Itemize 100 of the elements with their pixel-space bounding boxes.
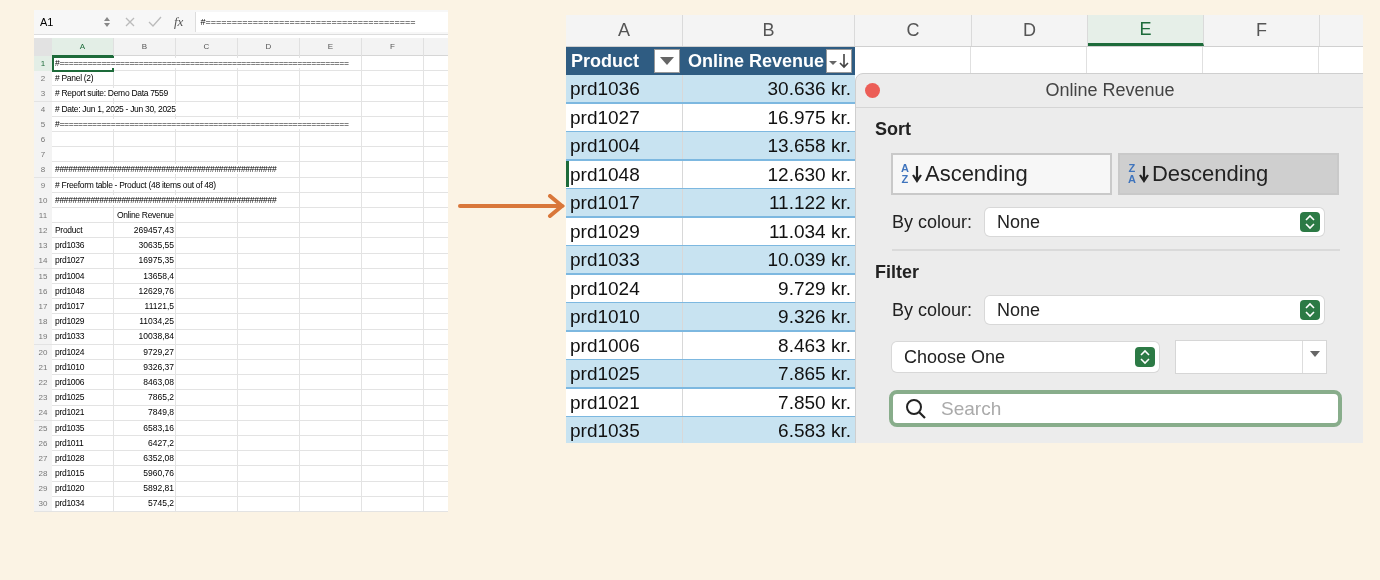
cell-text: Product	[54, 225, 84, 236]
row-number: 8	[34, 162, 52, 179]
row-number: 7	[34, 147, 52, 164]
cell-value: 8463,08	[142, 375, 175, 389]
cell-text: # Report suite: Demo Data 7559	[54, 88, 169, 99]
cell-value: 11034,25	[138, 315, 175, 329]
cell-text: prd1020	[54, 483, 86, 494]
table-header: Product	[566, 47, 683, 75]
table-cell: prd1033	[566, 246, 683, 273]
cell-value: 13658,4	[142, 269, 175, 283]
dialog-title: Online Revenue	[1045, 80, 1175, 101]
cell-text: prd1035	[54, 422, 86, 433]
cell-text: prd1017	[54, 301, 86, 311]
cell-text: prd1015	[54, 468, 86, 479]
cell-value: 7865,2	[147, 391, 175, 405]
cell-text: prd1004	[54, 270, 86, 281]
table-cell: 6.583 kr.	[683, 417, 855, 443]
sort-button[interactable]: A Z Ascending	[891, 153, 1112, 195]
stepper-icon	[1135, 347, 1155, 367]
table-header: Online Revenue	[683, 47, 855, 75]
cell-text: prd1034	[54, 498, 86, 509]
cell-value: 6427,2	[147, 436, 175, 450]
cell-value: 269457,43	[132, 224, 175, 238]
stepper-icon	[1300, 300, 1321, 320]
table-cell: 11.122 kr.	[683, 189, 855, 216]
row-number: 2	[34, 71, 52, 88]
table-cell: 30.636 kr.	[683, 75, 855, 102]
sort-icon: Z A	[1128, 163, 1136, 185]
cell-text: prd1036	[54, 240, 86, 251]
cell-value: 5892,81	[142, 482, 175, 496]
section-heading: Sort	[875, 119, 912, 140]
row-number: 3	[34, 86, 52, 103]
stepper-icon	[1300, 212, 1321, 232]
cell-value: 16975,35	[137, 254, 175, 268]
cell-value: 9729,27	[142, 345, 175, 359]
colour-dropdown[interactable]: None	[985, 296, 1325, 324]
table-cell: 7.865 kr.	[683, 360, 855, 387]
cancel-icon[interactable]	[124, 16, 136, 28]
cell-value: 30635,55	[137, 239, 175, 253]
cell-text: prd1010	[54, 361, 86, 372]
table-cell: prd1035	[566, 417, 683, 443]
field-label: By colour:	[892, 299, 973, 321]
row-number: 24	[34, 405, 52, 422]
row-number: 1	[34, 56, 52, 72]
sort-icon: A Z	[901, 163, 909, 185]
cell-text: # Date: Jun 1, 2025 - Jun 30, 2025	[54, 103, 177, 114]
cell-text: # Panel (2)	[54, 73, 95, 84]
sort-button[interactable]: Z A Descending	[1118, 153, 1339, 195]
table-cell: prd1027	[566, 103, 683, 131]
cell-text: prd1021	[54, 407, 86, 418]
row-number: 12	[34, 223, 52, 240]
colour-dropdown[interactable]: None	[985, 208, 1325, 236]
table-cell: prd1017	[566, 189, 683, 216]
row-number: 28	[34, 466, 52, 483]
search-icon	[905, 398, 927, 420]
field-label: By colour:	[892, 211, 973, 233]
sort-descending-icon	[828, 53, 850, 69]
value-combo-box[interactable]	[1175, 340, 1327, 374]
cell-value: 10038,84	[137, 330, 175, 344]
table-cell: prd1006	[566, 331, 683, 359]
column-header[interactable]: E	[1088, 15, 1204, 46]
column-header[interactable]: B	[683, 15, 855, 46]
table-cell: prd1021	[566, 388, 683, 416]
cell-value: 9326,37	[142, 360, 175, 374]
close-button[interactable]	[865, 83, 880, 98]
cell-value: 5745,2	[147, 497, 175, 511]
dropdown-arrow-icon	[1309, 350, 1320, 358]
table-cell: prd1024	[566, 274, 683, 302]
column-header[interactable]: C	[855, 15, 972, 46]
cell-text: # Freeform table - Product (48 items out of 48)	[54, 179, 217, 190]
cell-value: 6352,08	[142, 451, 175, 465]
cell-text: prd1011	[54, 437, 85, 448]
row-number: 29	[34, 481, 52, 498]
row-number: 18	[34, 314, 52, 331]
sort-filter-button[interactable]	[826, 49, 852, 73]
section-heading: Filter	[875, 262, 920, 283]
row-number: 13	[34, 238, 52, 255]
name-box[interactable]: A1	[38, 14, 112, 30]
cell-text: prd1025	[54, 392, 86, 403]
function-button[interactable]: fx	[174, 14, 184, 30]
column-header[interactable]: A	[566, 15, 683, 46]
row-number: 14	[34, 253, 52, 270]
cell-text: prd1027	[54, 255, 86, 266]
filter-button[interactable]	[654, 49, 680, 73]
cell-text: prd1048	[54, 285, 86, 296]
cell-value: 7849,8	[147, 406, 175, 420]
table-cell: prd1010	[566, 303, 683, 330]
formula-field[interactable]: #========================================	[195, 12, 448, 32]
cell-text: prd1033	[54, 331, 86, 342]
cell-text: prd1029	[54, 316, 86, 327]
arrow-icon	[458, 194, 566, 218]
cell-text: prd1028	[54, 452, 86, 463]
check-icon[interactable]	[148, 16, 162, 28]
search-field[interactable]: Search	[889, 390, 1342, 427]
condition-dropdown[interactable]: Choose One	[892, 342, 1159, 372]
down-arrow-icon	[911, 165, 922, 183]
column-header[interactable]: F	[1204, 15, 1320, 46]
table-cell: 13.658 kr.	[683, 132, 855, 159]
table-cell: prd1004	[566, 132, 683, 159]
cell-value: 6583,16	[142, 421, 175, 435]
